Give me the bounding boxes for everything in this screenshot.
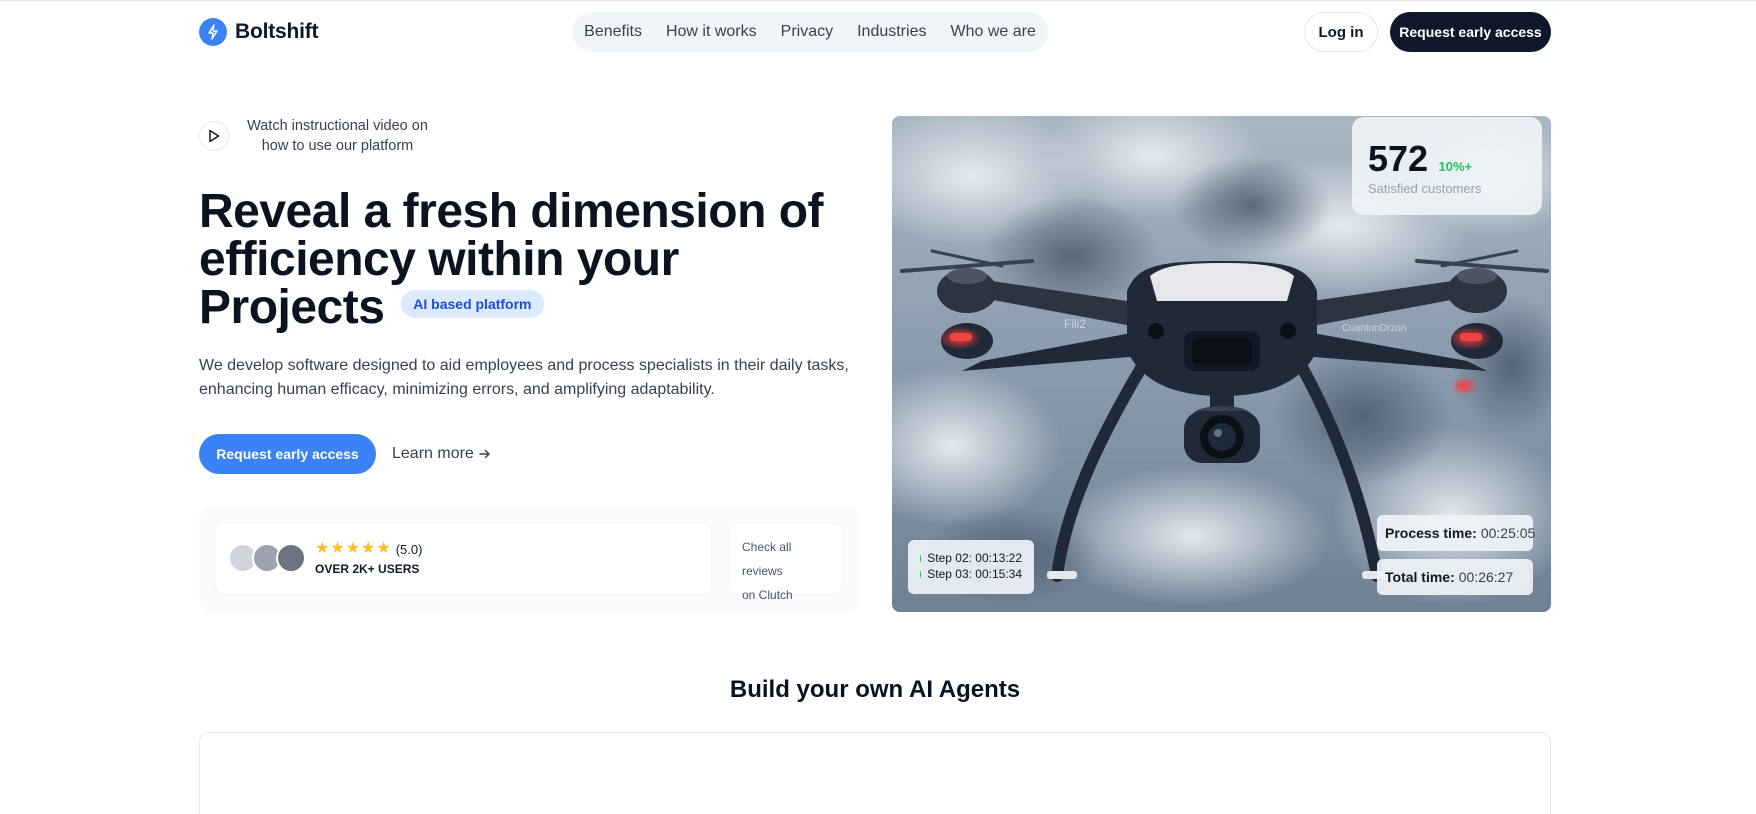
customers-change: 10%+ xyxy=(1438,159,1473,174)
drone-text-right: CuantonDrzon xyxy=(1342,323,1406,334)
status-dot-icon xyxy=(920,570,922,578)
clutch-reviews-link[interactable]: Check all reviews on Clutch xyxy=(729,522,843,602)
process-time-card: Process time: 00:25:05 xyxy=(1377,515,1536,551)
section-title: Build your own AI Agents xyxy=(729,676,1021,703)
rating-stars: ★ ★ ★ ★ ★ (5.0) xyxy=(315,541,422,557)
learn-more-link[interactable]: Learn more xyxy=(392,434,492,474)
reviews-card: ★ ★ ★ ★ ★ (5.0) OVER 2K+ USERS xyxy=(215,522,712,595)
drone-text-left: Fili2 xyxy=(1064,317,1086,331)
nav-item-privacy[interactable]: Privacy xyxy=(781,23,833,41)
headline-line-2: efficiency within your xyxy=(199,233,679,286)
step-3-time: Step 03: 00:15:34 xyxy=(927,567,1022,581)
total-time-label: Total time: xyxy=(1385,569,1455,585)
star-icon: ★ xyxy=(361,540,376,557)
avatar-group xyxy=(228,543,308,573)
nav-item-who-we-are[interactable]: Who we are xyxy=(950,23,1035,41)
video-link[interactable]: Watch instructional video on how to use … xyxy=(199,116,430,156)
nav-item-benefits[interactable]: Benefits xyxy=(584,23,642,41)
nav-item-industries[interactable]: Industries xyxy=(857,23,926,41)
total-time-value: 00:26:27 xyxy=(1458,569,1514,585)
headline-line-3-wrap: Projects AI based platform xyxy=(199,284,839,332)
ai-platform-badge: AI based platform xyxy=(401,290,544,319)
clutch-line-1: Check all reviews xyxy=(742,540,792,578)
clutch-line-2: on Clutch xyxy=(742,588,793,602)
headline-line-1: Reveal a fresh dimension of xyxy=(199,185,824,238)
steps-card: Step 02: 00:13:22 Step 03: 00:15:34 xyxy=(908,540,1034,594)
users-count: OVER 2K+ USERS xyxy=(315,562,420,576)
total-time-card: Total time: 00:26:27 xyxy=(1377,559,1533,595)
customers-count: 572 xyxy=(1368,138,1429,179)
hero-headline: Reveal a fresh dimension of efficiency w… xyxy=(199,188,839,332)
step-2-row: Step 02: 00:13:22 xyxy=(920,550,1022,566)
customers-label: Satisfied customers xyxy=(1368,181,1482,196)
process-time-value: 00:25:05 xyxy=(1480,525,1536,541)
brand-logo[interactable]: Boltshift xyxy=(199,18,319,46)
star-icon: ★ xyxy=(330,540,345,557)
video-link-text[interactable]: Watch instructional video on how to use … xyxy=(245,116,430,156)
step-3-row: Step 03: 00:15:34 xyxy=(920,566,1022,582)
request-access-header-button[interactable]: Request early access xyxy=(1390,12,1551,52)
agents-builder-panel xyxy=(199,732,1551,814)
login-button[interactable]: Log in xyxy=(1304,12,1378,52)
process-time-label: Process time: xyxy=(1385,525,1477,541)
satisfied-customers-card: 572 10%+ Satisfied customers xyxy=(1352,117,1542,215)
avatar xyxy=(276,543,306,573)
nav-item-how-it-works[interactable]: How it works xyxy=(666,23,757,41)
reviews-panel: ★ ★ ★ ★ ★ (5.0) OVER 2K+ USERS Check all… xyxy=(199,506,860,612)
top-border xyxy=(0,0,1756,1)
status-dot-icon xyxy=(920,554,922,562)
bolt-icon xyxy=(199,18,227,46)
request-access-hero-button[interactable]: Request early access xyxy=(199,434,376,474)
brand-name: Boltshift xyxy=(235,20,319,43)
headline-line-3: Projects xyxy=(199,281,385,334)
play-icon[interactable] xyxy=(199,121,229,151)
rating-value: (5.0) xyxy=(395,541,423,557)
hero-subtext: We develop software designed to aid empl… xyxy=(199,357,849,398)
landing-page: Boltshift Benefits How it works Privacy … xyxy=(0,0,1756,814)
star-icon: ★ xyxy=(345,540,361,557)
main-nav: Benefits How it works Privacy Industries… xyxy=(572,12,1048,52)
learn-more-label: Learn more xyxy=(392,445,474,462)
arrow-right-icon xyxy=(479,449,490,459)
star-icon: ★ xyxy=(315,540,330,557)
step-2-time: Step 02: 00:13:22 xyxy=(927,551,1022,565)
star-icon: ★ xyxy=(376,540,391,557)
